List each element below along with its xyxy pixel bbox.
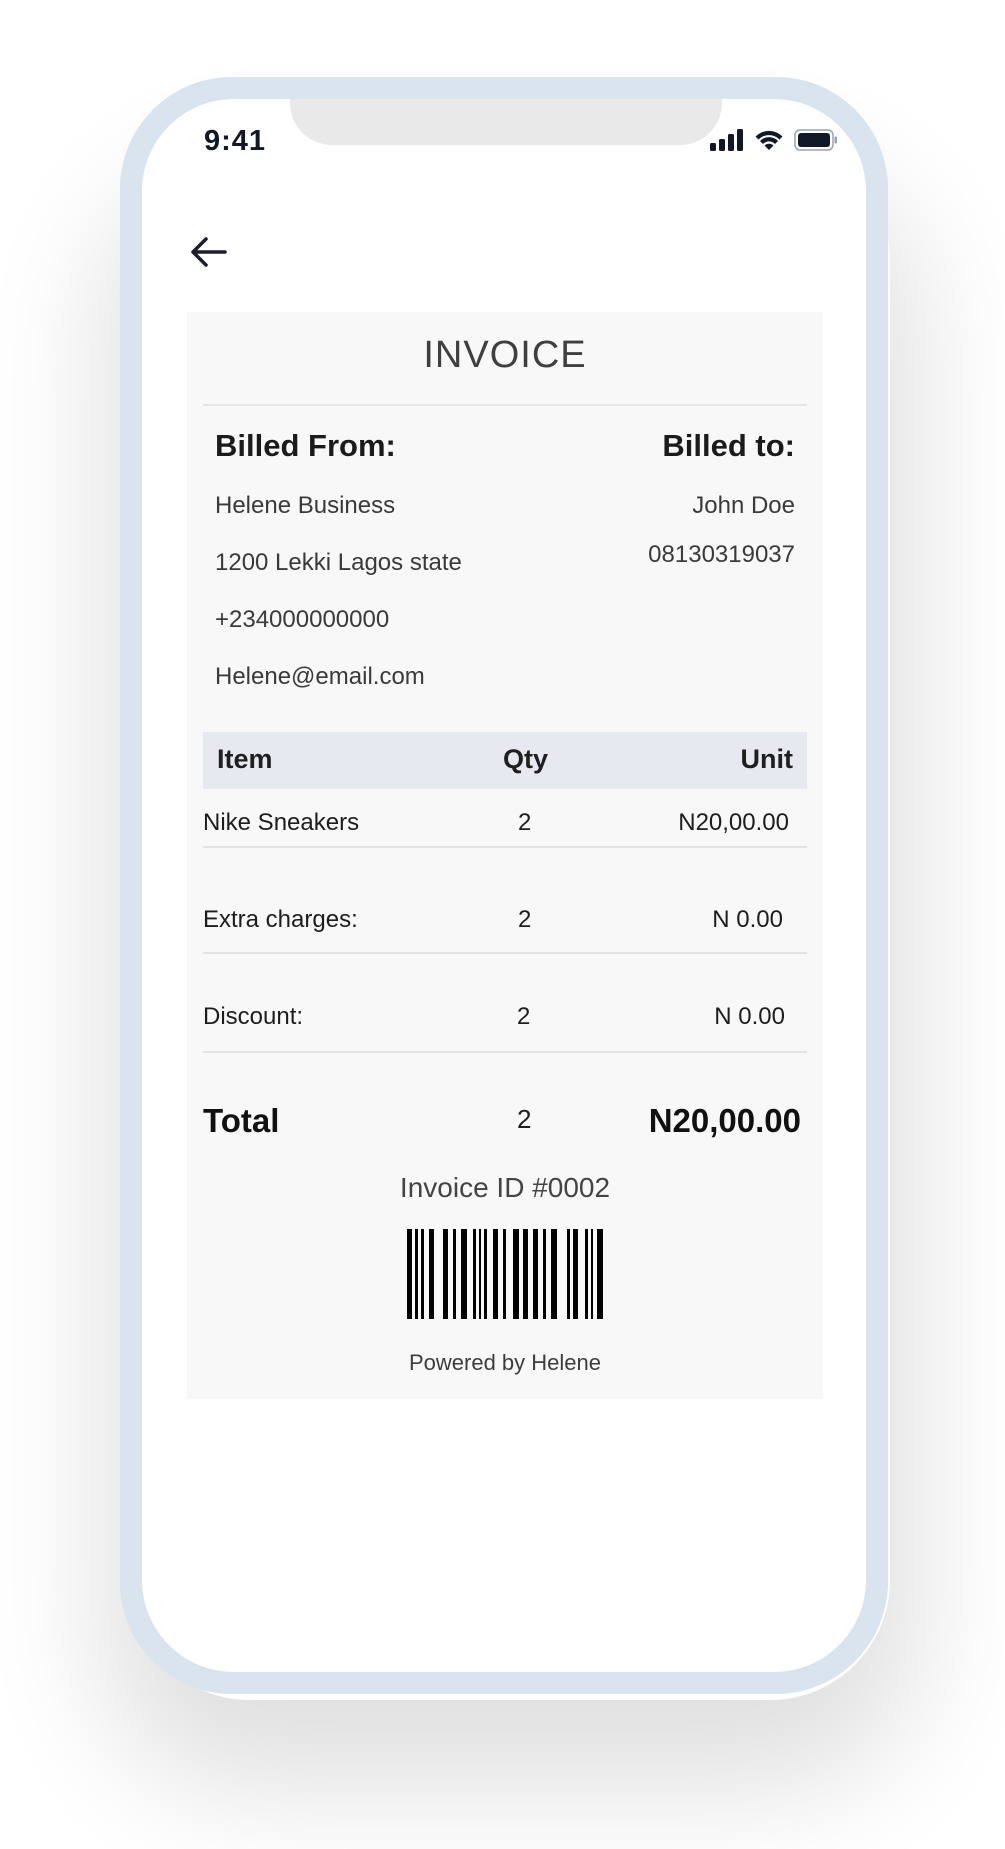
extra-charges-amount: N 0.00 [712,906,783,933]
billed-from-address: 1200 Lekki Lagos state [215,549,462,576]
battery-icon [794,129,837,151]
discount-qty: 2 [517,1003,531,1030]
title-divider [203,404,807,406]
total-amount: N20,00.00 [648,1102,801,1139]
row-divider [203,846,807,848]
header-qty: Qty [503,744,549,774]
row-divider [203,952,807,954]
billed-to-name: John Doe [692,492,795,519]
signal-icon [710,129,743,151]
powered-by: Powered by Helene [408,1350,601,1375]
table-header: Item Qty Unit [203,732,807,789]
row-divider [203,1051,807,1053]
billed-from-name: Helene Business [215,492,396,519]
header-unit: Unit [740,744,793,774]
row-item-unit: N20,00.00 [678,809,789,836]
status-time: 9:41 [204,125,267,157]
billed-to-phone: 08130319037 [648,541,795,568]
row-item-qty: 2 [518,809,532,836]
billed-from-heading: Billed From: [215,428,396,463]
total-qty: 2 [517,1104,532,1134]
phone-screen: 9:41 INVOICE Billed From: Billed to: Hel… [142,99,866,1672]
billed-to-heading: Billed to: [662,428,795,463]
invoice-title: INVOICE [423,334,587,376]
invoice-id: Invoice ID #0002 [399,1172,611,1203]
back-button[interactable] [184,229,234,275]
phone-notch [290,99,722,145]
wifi-icon [755,130,783,150]
invoice-card: INVOICE Billed From: Billed to: Helene B… [187,312,823,1399]
status-icons [710,129,838,151]
total-label: Total [203,1102,280,1139]
billed-from-email: Helene@email.com [215,663,425,690]
header-item: Item [217,744,273,774]
discount-amount: N 0.00 [714,1003,785,1030]
row-item-name: Nike Sneakers [203,809,360,836]
extra-charges-label: Extra charges: [203,906,358,933]
extra-charges-qty: 2 [518,906,532,933]
billed-from-phone: +234000000000 [215,606,390,633]
phone-frame: 9:41 INVOICE Billed From: Billed to: Hel… [120,77,888,1694]
arrow-left-icon [191,237,227,267]
discount-label: Discount: [203,1003,304,1030]
barcode-image [407,1229,603,1319]
